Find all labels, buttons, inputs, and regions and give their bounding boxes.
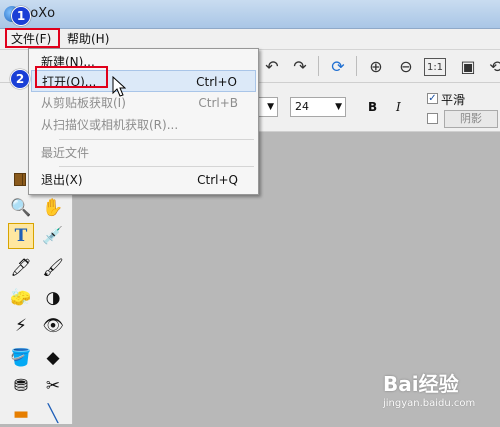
zoom-actual-size-icon[interactable]: 1:1 <box>424 58 446 76</box>
refresh-icon[interactable]: ⟳ <box>326 54 350 78</box>
toolbar-separator <box>318 56 319 76</box>
menu-item-label: 最近文件 <box>41 146 90 160</box>
redo-icon[interactable]: ↷ <box>288 54 312 78</box>
menu-item-label: 从扫描仪或相机获取(R)... <box>41 118 179 132</box>
font-size-value: 24 <box>295 100 309 113</box>
menu-separator <box>59 139 254 140</box>
magic-wand-icon[interactable]: ⚡ <box>8 313 34 339</box>
chevron-down-icon: ▼ <box>267 102 274 112</box>
menu-item-exit[interactable]: 退出(X) Ctrl+Q <box>17 169 256 191</box>
menu-separator <box>59 166 254 167</box>
watermark-logo: Bai经验 <box>383 372 459 396</box>
gradient-icon[interactable]: ▬ <box>8 401 34 427</box>
magnifier-icon[interactable]: 🔍 <box>8 195 34 221</box>
font-size-combo[interactable]: 24 ▼ <box>290 97 346 117</box>
red-eye-icon[interactable]: 👁 <box>40 313 66 339</box>
bold-button[interactable]: B <box>368 100 377 114</box>
menu-item-shortcut: Ctrl+O <box>196 75 237 89</box>
brush-icon[interactable]: 🖌 <box>40 255 66 281</box>
menu-bar: 文件(F) 帮助(H) <box>0 29 500 50</box>
zoom-out-icon[interactable]: ⊖ <box>394 54 418 78</box>
font-combo[interactable]: ▼ <box>256 97 278 117</box>
chevron-down-icon: ▼ <box>335 102 342 112</box>
smooth-label: 平滑 <box>441 93 466 107</box>
fit-window-icon[interactable]: ▣ <box>456 54 480 78</box>
contrast-icon[interactable]: ◑ <box>40 285 66 311</box>
smooth-checkbox[interactable]: ✓ <box>427 93 438 104</box>
menu-item-label: 退出(X) <box>41 173 83 187</box>
watermark-url: jingyan.baidu.com <box>383 398 476 409</box>
menu-help[interactable]: 帮助(H) <box>64 31 112 47</box>
line-tool-icon[interactable]: ╲ <box>40 401 66 427</box>
step-badge-2: 2 <box>10 69 30 89</box>
title-bar: hoXo <box>0 0 500 29</box>
highlight-box-file <box>5 28 60 48</box>
italic-button[interactable]: I <box>396 100 401 114</box>
fill-bucket-icon[interactable]: 🪣 <box>8 345 34 371</box>
eyedropper-icon[interactable]: 💉 <box>40 223 66 249</box>
exit-door-icon <box>14 173 23 186</box>
menu-item-from-scanner[interactable]: 从扫描仪或相机获取(R)... <box>31 114 256 136</box>
highlight-box-open <box>35 66 108 88</box>
stamp-icon[interactable]: ⛃ <box>8 373 34 399</box>
menu-item-shortcut: Ctrl+Q <box>197 173 238 187</box>
shadow-checkbox[interactable] <box>427 113 438 124</box>
text-tool-icon[interactable]: T <box>8 223 34 249</box>
menu-item-recent-files[interactable]: 最近文件 <box>31 142 256 164</box>
scissors-icon[interactable]: ✂ <box>40 373 66 399</box>
hand-icon[interactable]: ✋ <box>40 195 66 221</box>
rotate-icon[interactable]: ⟲ <box>484 54 500 78</box>
menu-item-shortcut: Ctrl+B <box>198 96 238 110</box>
menu-item-from-clipboard[interactable]: 从剪贴板获取(I) Ctrl+B <box>31 92 256 114</box>
toolbar-separator <box>356 56 357 76</box>
undo-icon[interactable]: ↶ <box>260 54 284 78</box>
shadow-button[interactable]: 阴影 <box>444 110 498 128</box>
eraser-icon[interactable]: 🧽 <box>8 285 34 311</box>
color-replace-icon[interactable]: ◆ <box>40 345 66 371</box>
mouse-cursor-icon <box>112 76 126 97</box>
pen-icon[interactable]: 🖊 <box>8 255 34 281</box>
zoom-in-icon[interactable]: ⊕ <box>364 54 388 78</box>
step-badge-1: 1 <box>11 6 31 26</box>
